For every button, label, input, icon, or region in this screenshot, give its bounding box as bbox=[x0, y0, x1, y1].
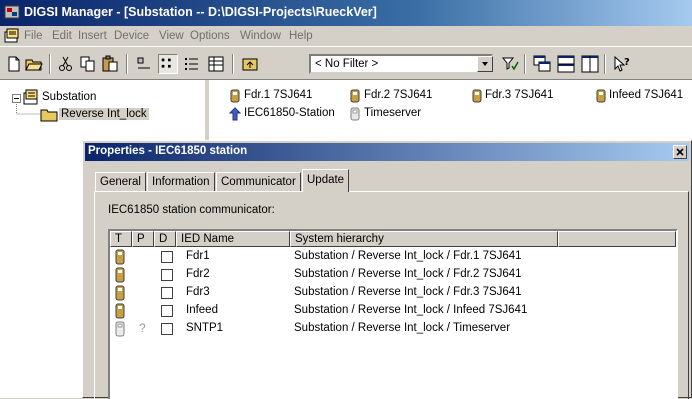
small-icons-icon[interactable] bbox=[158, 54, 178, 74]
iec61850-station-item[interactable]: IEC61850-Station bbox=[244, 107, 335, 119]
folder-icon bbox=[40, 109, 58, 122]
filter-icon[interactable] bbox=[500, 54, 520, 74]
relay-device-icon bbox=[472, 89, 482, 103]
window-split-icon[interactable] bbox=[580, 54, 600, 74]
collapse-tree-icon[interactable] bbox=[12, 94, 21, 103]
device-fdr3[interactable]: Fdr.3 7SJ641 bbox=[485, 89, 553, 101]
toolbar-separator bbox=[126, 54, 128, 74]
menu-device[interactable]: Device bbox=[114, 30, 149, 42]
tab-label: General bbox=[100, 176, 141, 188]
svg-text:?: ? bbox=[624, 57, 630, 68]
window-tile-icon[interactable] bbox=[556, 54, 576, 74]
relay-device-icon bbox=[350, 89, 360, 103]
menu-window[interactable]: Window bbox=[240, 30, 281, 42]
toolbar-separator bbox=[49, 54, 51, 74]
menu-options[interactable]: Options bbox=[190, 30, 230, 42]
tab-information[interactable]: Information bbox=[147, 172, 215, 192]
window-title-bar: DIGSI Manager - [Substation -- D:\DIGSI-… bbox=[0, 0, 692, 26]
relay-device-icon bbox=[596, 89, 606, 103]
toolbar: < No Filter > ? bbox=[0, 46, 692, 80]
tree-item-reverse-int-lock[interactable]: Reverse Int_lock bbox=[59, 108, 149, 120]
tab-communicator[interactable]: Communicator bbox=[216, 172, 301, 192]
dialog-title: Properties - IEC61850 station bbox=[88, 145, 248, 157]
open-icon[interactable] bbox=[24, 54, 44, 74]
up-folder-icon[interactable] bbox=[240, 54, 260, 74]
timeserver-item[interactable]: Timeserver bbox=[364, 107, 421, 119]
iec61850-station-icon bbox=[229, 107, 241, 121]
list-icon[interactable] bbox=[182, 54, 202, 74]
toolbar-separator bbox=[604, 54, 606, 74]
new-icon[interactable] bbox=[4, 54, 24, 74]
copy-icon[interactable] bbox=[78, 54, 98, 74]
tab-label: Communicator bbox=[221, 176, 296, 188]
tab-update[interactable]: Update bbox=[302, 169, 350, 192]
close-icon bbox=[676, 148, 684, 156]
paste-icon[interactable] bbox=[100, 54, 120, 74]
properties-dialog: Properties - IEC61850 station General In… bbox=[82, 140, 692, 399]
toolbar-separator bbox=[524, 54, 526, 74]
device-fdr1[interactable]: Fdr.1 7SJ641 bbox=[244, 89, 312, 101]
menu-help[interactable]: Help bbox=[289, 30, 313, 42]
details-icon[interactable] bbox=[206, 54, 226, 74]
timeserver-icon bbox=[350, 107, 360, 121]
dialog-title-bar: Properties - IEC61850 station bbox=[85, 143, 689, 161]
device-fdr2[interactable]: Fdr.2 7SJ641 bbox=[364, 89, 432, 101]
filter-select[interactable]: < No Filter > bbox=[309, 54, 493, 74]
device-infeed[interactable]: Infeed 7SJ641 bbox=[609, 89, 683, 101]
tab-label: Information bbox=[152, 176, 210, 188]
window-cascade-icon[interactable] bbox=[532, 54, 552, 74]
tab-label: Update bbox=[307, 174, 345, 186]
menu-view[interactable]: View bbox=[159, 30, 184, 42]
window-title: DIGSI Manager - [Substation -- D:\DIGSI-… bbox=[24, 5, 377, 19]
menu-bar: File Edit Insert Device View Options Win… bbox=[0, 26, 692, 46]
relay-device-icon bbox=[230, 89, 240, 103]
filter-dropdown-button[interactable] bbox=[477, 56, 493, 72]
dialog-close-button[interactable] bbox=[673, 145, 687, 159]
cut-icon[interactable] bbox=[56, 54, 76, 74]
menu-edit[interactable]: Edit bbox=[52, 30, 72, 42]
menu-file[interactable]: File bbox=[24, 30, 43, 42]
help-context-icon[interactable]: ? bbox=[612, 54, 632, 74]
digsi-app-icon[interactable] bbox=[4, 4, 20, 20]
large-icons-icon[interactable] bbox=[134, 54, 154, 74]
tab-panel-update bbox=[94, 191, 689, 399]
document-system-menu-icon[interactable] bbox=[4, 28, 20, 44]
tab-general[interactable]: General bbox=[95, 172, 146, 192]
chevron-down-icon bbox=[482, 62, 488, 66]
menu-insert[interactable]: Insert bbox=[78, 30, 107, 42]
tree-item-substation[interactable]: Substation bbox=[42, 91, 96, 103]
toolbar-separator bbox=[232, 54, 234, 74]
filter-value: < No Filter > bbox=[315, 58, 379, 70]
